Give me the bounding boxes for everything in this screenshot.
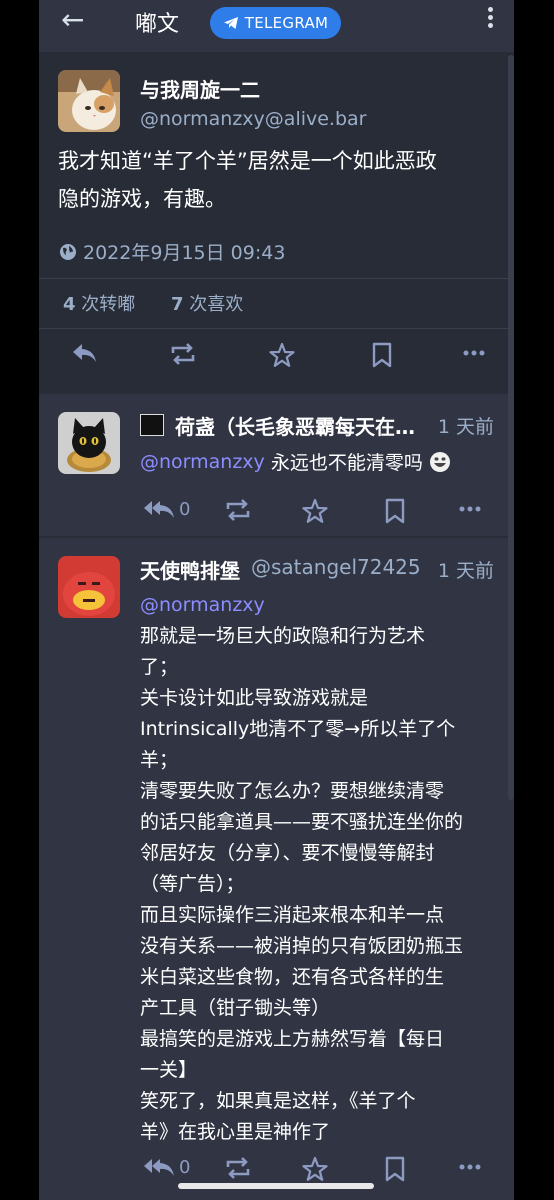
reply-icon[interactable]	[72, 342, 98, 364]
boost-label: 次转嘟	[81, 294, 136, 315]
reply-all-icon[interactable]: 0	[143, 498, 190, 520]
display-name[interactable]: 与我周旋一二	[140, 74, 260, 103]
content-line: 笑死了，如果真是这样，《羊了个	[140, 1090, 416, 1112]
star-icon[interactable]	[269, 342, 295, 368]
more-vertical-icon[interactable]	[488, 4, 494, 31]
telegram-label: TELEGRAM	[244, 14, 329, 32]
page-title: 嘟文	[135, 12, 180, 37]
bookmark-icon[interactable]	[384, 498, 406, 524]
status-action-bar	[39, 342, 514, 382]
reply-item[interactable]: 荷盏（长毛象恶霸每天在… 1 天前 @normanzxy 永远也不能清零吗 0	[39, 394, 514, 536]
reply-action-bar: 0	[39, 1156, 514, 1196]
more-icon[interactable]	[459, 1164, 481, 1170]
bookmark-icon[interactable]	[371, 342, 393, 368]
reply-action-bar: 0	[39, 498, 514, 538]
content-line: 关卡设计如此导致游戏就是	[140, 687, 369, 709]
reply-all-icon[interactable]: 0	[143, 1156, 190, 1178]
content-line: 产工具（钳子锄头等）	[140, 997, 331, 1019]
scrollbar[interactable]	[508, 55, 514, 800]
back-arrow-icon[interactable]: ←	[61, 3, 84, 36]
content-line: 没有关系——被消掉的只有饭团奶瓶玉	[140, 935, 464, 957]
star-icon[interactable]	[302, 498, 328, 524]
content-line: Intrinsically地清不了零→所以羊了个	[140, 718, 456, 740]
star-icon[interactable]	[302, 1156, 328, 1182]
reply-text: 永远也不能清零吗	[270, 452, 423, 474]
content-line: 米白菜这些食物，还有各式各样的生	[140, 966, 445, 988]
content-line: （等广告）；	[140, 873, 245, 895]
telegram-button[interactable]: TELEGRAM	[210, 7, 341, 39]
bookmark-icon[interactable]	[384, 1156, 406, 1182]
avatar[interactable]	[58, 70, 120, 132]
divider	[39, 278, 514, 279]
globe-icon	[60, 243, 76, 260]
paper-plane-icon	[223, 17, 238, 29]
status-date[interactable]: 2022年9月15日 09:43	[59, 238, 285, 265]
main-status: 与我周旋一二 @normanzxy@alive.bar 我才知道“羊了个羊”居然…	[39, 52, 514, 392]
reply-count: 0	[179, 1156, 191, 1178]
boost-stats[interactable]: 4 次转嘟	[63, 290, 135, 316]
app-screen: ← 嘟文 TELEGRAM 与我周旋一二 @normanzxy@alive.ba…	[39, 0, 514, 1200]
content-line: 我才知道“羊了个羊”居然是一个如此恶政	[58, 149, 437, 173]
content-line: 邻居好友（分享）、要不慢慢等解封	[140, 842, 435, 864]
content-line: 羊；	[140, 749, 179, 771]
favourite-label: 次喜欢	[189, 294, 244, 315]
more-icon[interactable]	[459, 506, 481, 512]
mention-link[interactable]: @normanzxy	[140, 451, 265, 473]
content-line: 了；	[140, 656, 179, 678]
avatar[interactable]	[58, 556, 120, 618]
display-name[interactable]: 天使鸭排堡	[140, 555, 240, 584]
display-name[interactable]: 荷盏（长毛象恶霸每天在…	[175, 411, 415, 440]
date-text: 2022年9月15日 09:43	[83, 242, 286, 264]
boost-count: 4	[63, 294, 76, 315]
mention-link[interactable]: @normanzxy	[140, 590, 463, 621]
post-time[interactable]: 1 天前	[438, 412, 494, 439]
boost-icon[interactable]	[225, 498, 251, 522]
content-line: 那就是一场巨大的政隐和行为艺术	[140, 625, 426, 647]
home-indicator[interactable]	[178, 1183, 374, 1189]
content-line: 而且实际操作三消起来根本和羊一点	[140, 904, 445, 926]
avatar[interactable]	[58, 412, 120, 474]
content-line: 羊》在我心里是神作了	[140, 1121, 331, 1143]
content-line: 一关】	[140, 1059, 198, 1081]
mini-avatar-icon	[140, 414, 164, 436]
boost-icon[interactable]	[170, 342, 196, 366]
content-line: 清零要失败了怎么办？要想继续清零	[140, 780, 445, 802]
content-line: 隐的游戏，有趣。	[58, 187, 226, 211]
reply-content: @normanzxy 那就是一场巨大的政隐和行为艺术 了； 关卡设计如此导致游戏…	[140, 590, 463, 1148]
reply-item[interactable]: 天使鸭排堡 @satangel72425 1 天前 @normanzxy 那就是…	[39, 538, 514, 1200]
content-line: 的话只能拿道具——要不骚扰连坐你的	[140, 811, 464, 833]
user-handle[interactable]: @normanzxy@alive.bar	[140, 108, 367, 130]
more-icon[interactable]	[463, 350, 485, 356]
favourite-count: 7	[171, 294, 184, 315]
reply-content: @normanzxy 永远也不能清零吗	[140, 448, 451, 475]
divider	[39, 328, 514, 329]
reply-count: 0	[179, 498, 191, 520]
content-line: 最搞笑的是游戏上方赫然写着【每日	[140, 1028, 445, 1050]
boost-icon[interactable]	[225, 1156, 251, 1180]
top-bar: ← 嘟文 TELEGRAM	[39, 0, 514, 52]
grinning-face-icon	[429, 451, 450, 472]
user-handle[interactable]: @satangel72425	[251, 555, 421, 579]
favourite-stats[interactable]: 7 次喜欢	[171, 290, 243, 316]
status-content: 我才知道“羊了个羊”居然是一个如此恶政 隐的游戏，有趣。	[58, 142, 437, 218]
post-time[interactable]: 1 天前	[438, 556, 494, 583]
